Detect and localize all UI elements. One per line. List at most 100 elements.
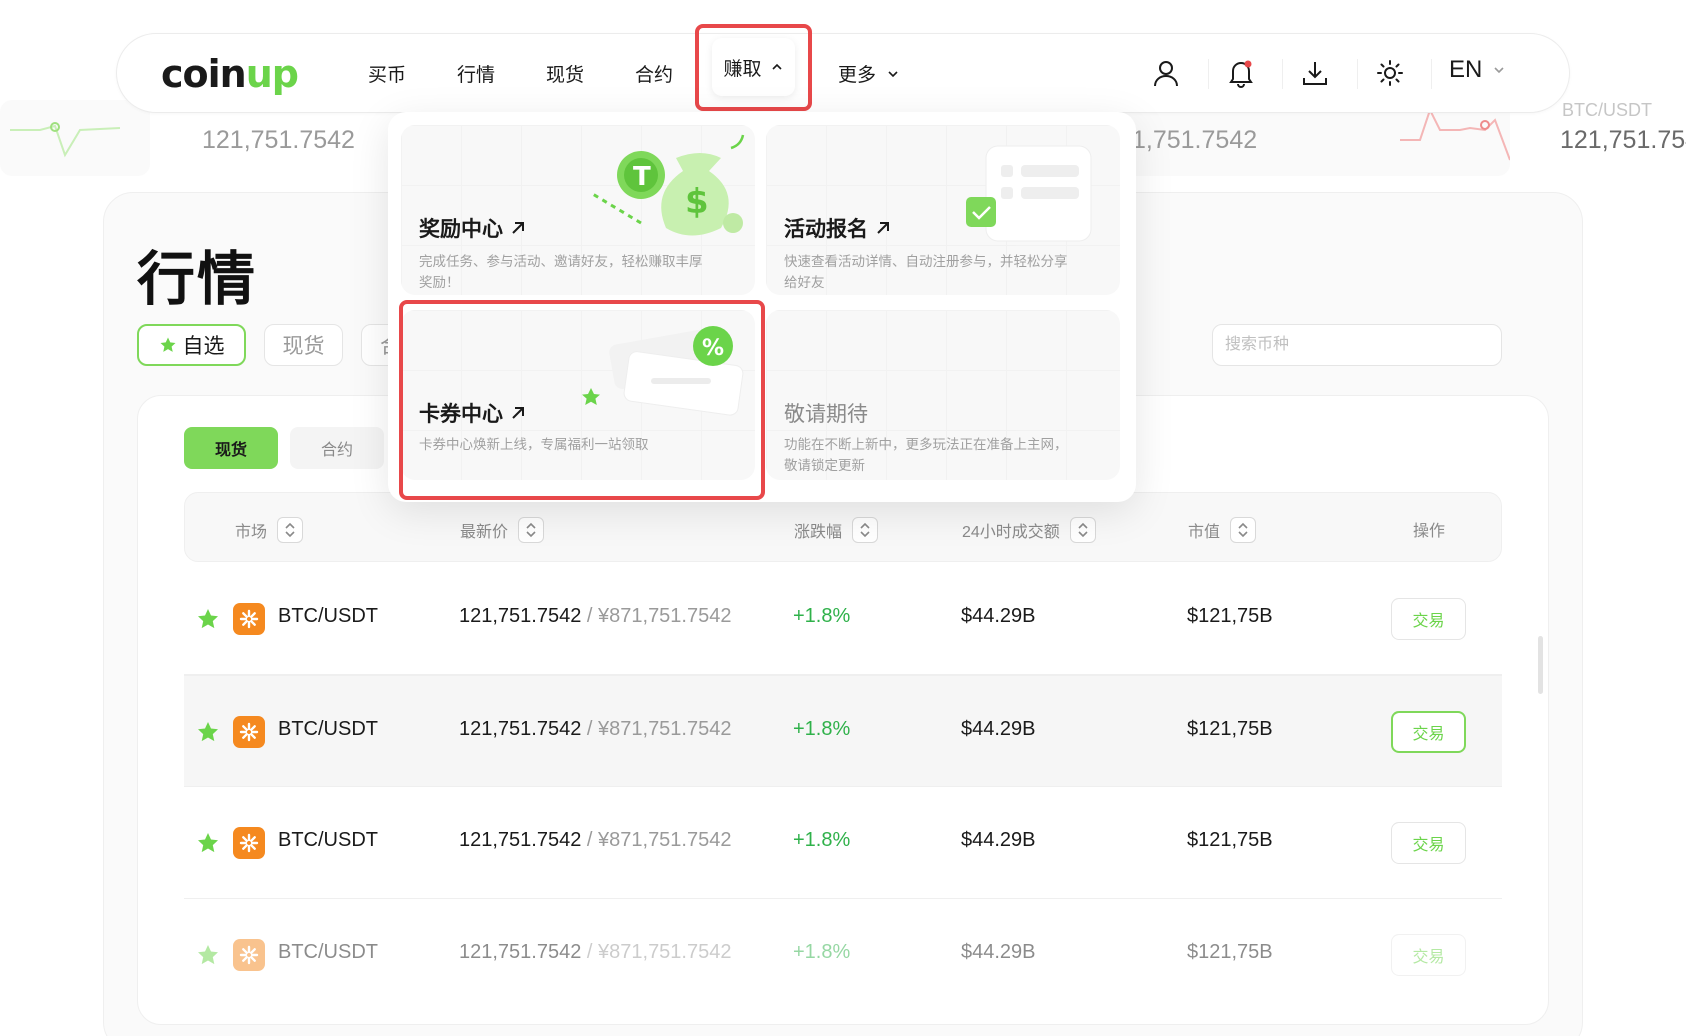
market-pair: BTC/USDT — [278, 718, 378, 740]
logo-text: coin — [161, 52, 247, 96]
star-icon[interactable] — [196, 943, 220, 967]
card-description: 功能在不断上新中，更多玩法正在准备上主网，敬请锁定更新 — [784, 437, 1068, 473]
chevron-down-icon — [888, 70, 898, 77]
header-price[interactable]: 最新价 — [460, 517, 545, 543]
card-title-text: 奖励中心 — [419, 218, 503, 241]
card-title: 敬请期待 — [784, 398, 868, 428]
table-row[interactable]: BTC/USDT 121,751.7542 / ¥871,751.7542 +1… — [184, 787, 1502, 899]
table-header: 市场 最新价 涨跌幅 24小时成交额 市值 操作 — [184, 492, 1502, 562]
svg-text:T: T — [633, 162, 651, 192]
btc-coin-icon — [233, 603, 265, 635]
coming-soon-card: 敬请期待 功能在不断上新中，更多玩法正在准备上主网，敬请锁定更新 — [766, 310, 1120, 480]
rewards-center-card[interactable]: T $ 奖励中心 完成任务、参与活动、邀请好友，轻松赚取丰厚奖励！ — [401, 125, 755, 295]
change-percent: +1.8% — [793, 605, 851, 627]
trade-button[interactable]: 交易 — [1391, 711, 1466, 753]
star-icon[interactable] — [196, 607, 220, 631]
svg-text:$: $ — [685, 182, 709, 222]
card-title: 活动报名 — [784, 213, 892, 243]
download-icon[interactable] — [1298, 56, 1332, 90]
card-title-text: 敬请期待 — [784, 403, 868, 426]
volume-24h: $44.29B — [961, 829, 1036, 851]
arrow-up-right-icon — [512, 222, 524, 234]
card-description: 完成任务、参与活动、邀请好友，轻松赚取丰厚奖励！ — [419, 254, 703, 290]
filter-favorites[interactable]: 自选 — [137, 324, 246, 366]
change-percent: +1.8% — [793, 829, 851, 851]
price-cny: / ¥871,751.7542 — [581, 941, 732, 963]
sort-icon[interactable] — [277, 517, 304, 543]
money-bag-icon: T $ — [590, 134, 745, 236]
btc-coin-icon — [233, 939, 265, 971]
search-input[interactable] — [1212, 324, 1502, 366]
nav-futures[interactable]: 合约 — [635, 60, 673, 87]
table-row[interactable]: BTC/USDT 121,751.7542 / ¥871,751.7542 +1… — [184, 675, 1502, 787]
price-cny: / ¥871,751.7542 — [581, 605, 732, 627]
page-title: 行情 — [137, 247, 258, 312]
sun-icon[interactable] — [1373, 56, 1407, 90]
volume-24h: $44.29B — [961, 941, 1036, 963]
sort-icon[interactable] — [1230, 517, 1257, 543]
coinup-logo[interactable]: coin up — [161, 50, 299, 98]
price-cny: / ¥871,751.7542 — [581, 829, 732, 851]
star-icon[interactable] — [196, 720, 220, 744]
scrollbar[interactable] — [1538, 636, 1543, 694]
last-price: 121,751.7542 / ¥871,751.7542 — [459, 941, 731, 964]
user-icon[interactable] — [1149, 56, 1183, 90]
trade-button[interactable]: 交易 — [1391, 598, 1466, 640]
event-signup-card[interactable]: 活动报名 快速查看活动详情、自动注册参与，并轻松分享给好友 — [766, 125, 1120, 295]
bell-icon[interactable] — [1224, 56, 1258, 90]
language-selector[interactable]: EN — [1449, 56, 1506, 84]
sort-icon[interactable] — [852, 517, 879, 543]
header-label: 市场 — [235, 524, 268, 541]
ticker-pair: BTC/USDT — [1562, 100, 1652, 120]
filter-label: 自选 — [182, 335, 225, 358]
change-percent: +1.8% — [793, 941, 851, 963]
nav-buy[interactable]: 买币 — [368, 60, 406, 87]
card-title-text: 活动报名 — [784, 218, 868, 241]
trade-button[interactable]: 交易 — [1391, 822, 1466, 864]
filter-label: 现货 — [282, 335, 325, 358]
market-cap: $121,75B — [1187, 829, 1273, 851]
btc-coin-icon — [233, 716, 265, 748]
price-usd: 121,751.7542 — [459, 718, 582, 740]
ticker-card[interactable]: BTC/USDT 121,751.754 — [1532, 100, 1686, 176]
checklist-icon — [966, 145, 1092, 242]
nav-more-label: 更多 — [838, 65, 877, 86]
market-pair: BTC/USDT — [278, 605, 378, 627]
market-pair: BTC/USDT — [278, 829, 378, 851]
volume-24h: $44.29B — [961, 718, 1036, 740]
nav-divider — [1357, 59, 1358, 89]
ticker-card[interactable] — [0, 100, 150, 176]
nav-earn[interactable]: 赚取 — [712, 38, 795, 96]
change-percent: +1.8% — [793, 718, 851, 740]
segment-futures[interactable]: 合约 — [290, 427, 384, 469]
header-cap[interactable]: 市值 — [1188, 517, 1257, 543]
card-description: 快速查看活动详情、自动注册参与，并轻松分享给好友 — [784, 254, 1068, 290]
segment-spot[interactable]: 现货 — [184, 427, 278, 469]
sort-icon[interactable] — [518, 517, 545, 543]
header-label: 涨跌幅 — [794, 524, 843, 541]
market-cap: $121,75B — [1187, 718, 1273, 740]
trade-button[interactable]: 交易 — [1391, 934, 1466, 976]
header-volume[interactable]: 24小时成交额 — [962, 517, 1096, 543]
market-pair: BTC/USDT — [278, 941, 378, 963]
last-price: 121,751.7542 / ¥871,751.7542 — [459, 829, 731, 852]
chevron-up-icon — [771, 63, 782, 70]
market-cap: $121,75B — [1187, 605, 1273, 627]
header-action: 操作 — [1413, 517, 1445, 541]
header-market[interactable]: 市场 — [235, 517, 304, 543]
nav-spot[interactable]: 现货 — [546, 60, 584, 87]
earn-highlight: 赚取 — [695, 24, 812, 111]
nav-markets[interactable]: 行情 — [457, 60, 495, 87]
header-change[interactable]: 涨跌幅 — [794, 517, 879, 543]
logo-accent: up — [245, 52, 299, 96]
sort-icon[interactable] — [1069, 517, 1096, 543]
star-icon[interactable] — [196, 831, 220, 855]
ticker-price: 121,751.754 — [1560, 126, 1686, 154]
price-usd: 121,751.7542 — [459, 941, 582, 963]
table-row[interactable]: BTC/USDT 121,751.7542 / ¥871,751.7542 +1… — [184, 563, 1502, 675]
table-row[interactable]: BTC/USDT 121,751.7542 / ¥871,751.7542 +1… — [184, 899, 1502, 1011]
filter-spot[interactable]: 现货 — [264, 324, 343, 366]
header-label: 最新价 — [460, 524, 509, 541]
nav-more[interactable]: 更多 — [838, 60, 900, 87]
btc-coin-icon — [233, 827, 265, 859]
